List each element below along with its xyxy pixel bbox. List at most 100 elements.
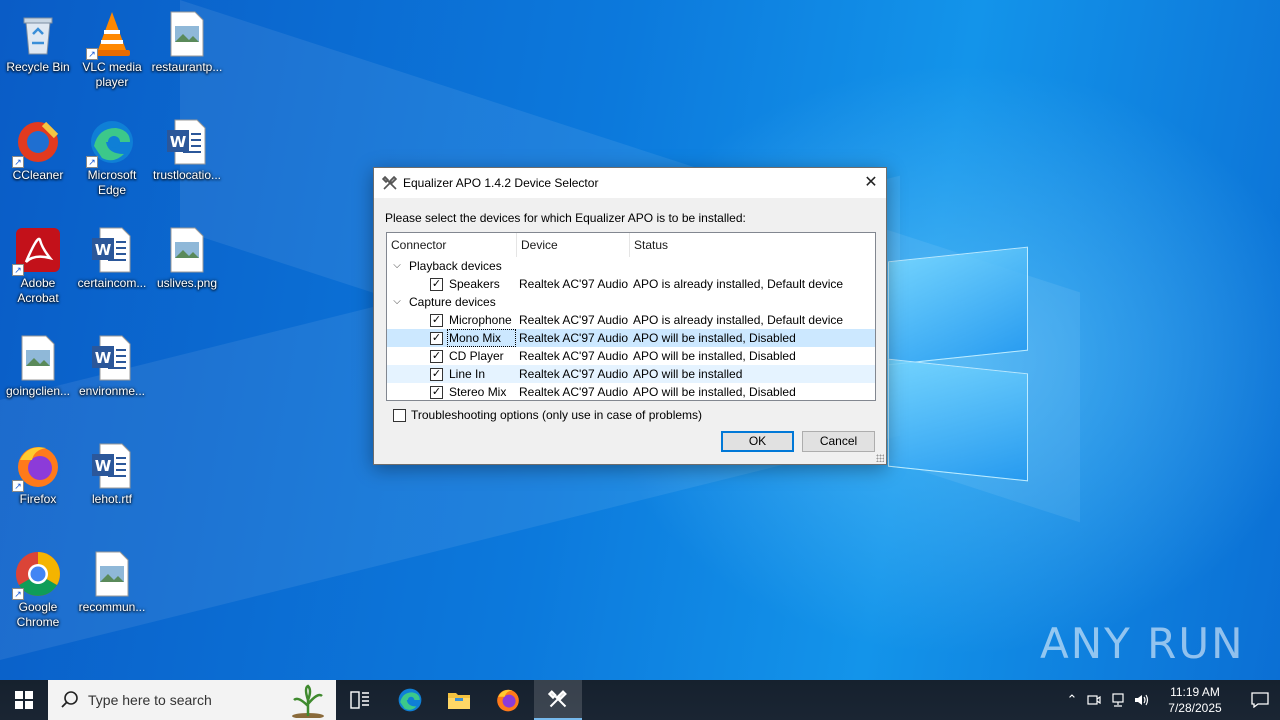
connector-cell: Line In bbox=[449, 367, 486, 381]
shortcut-arrow-icon: ↗ bbox=[86, 48, 98, 60]
desktop-icon-uslives[interactable]: uslives.png bbox=[149, 220, 225, 291]
group-row-playback[interactable]: ⌵ Playback devices bbox=[387, 257, 875, 275]
desktop-icon-microsoft-edge[interactable]: ↗ Microsoft Edge bbox=[74, 112, 150, 198]
ccleaner-icon: ↗ bbox=[12, 118, 62, 168]
desktop-icon-vlc[interactable]: ↗ VLC media player bbox=[74, 4, 150, 90]
windows-logo-wallpaper bbox=[888, 238, 1038, 486]
speaker-icon bbox=[1135, 694, 1149, 706]
desktop-icon-label: Recycle Bin bbox=[6, 60, 70, 74]
desktop-icon-restaurantp[interactable]: restaurantp... bbox=[149, 4, 225, 75]
desktop-icon-recommun[interactable]: recommun... bbox=[74, 544, 150, 615]
show-hidden-icons-button[interactable]: ⌃ bbox=[1060, 680, 1084, 720]
desktop-icon-firefox[interactable]: ↗ Firefox bbox=[0, 436, 76, 507]
taskbar-equalizer-apo-button[interactable] bbox=[534, 680, 582, 720]
desktop-icon-adobe-acrobat[interactable]: ↗ Adobe Acrobat bbox=[0, 220, 76, 306]
desktop-icon-label: environme... bbox=[78, 384, 146, 398]
desktop-icon-label: VLC media player bbox=[82, 60, 142, 89]
taskbar-file-explorer-button[interactable] bbox=[435, 680, 483, 720]
task-view-button[interactable] bbox=[336, 680, 384, 720]
volume-button[interactable] bbox=[1130, 680, 1154, 720]
desktop-icon-google-chrome[interactable]: ↗ Google Chrome bbox=[0, 544, 76, 630]
resize-grip[interactable] bbox=[876, 454, 884, 462]
group-label: Capture devices bbox=[409, 295, 496, 309]
device-row-microphone[interactable]: ✓ Microphone Realtek AC'97 Audio APO is … bbox=[387, 311, 875, 329]
device-checkbox[interactable]: ✓ bbox=[430, 386, 443, 399]
close-icon: ✕ bbox=[864, 174, 878, 191]
connector-cell: Microphone bbox=[449, 313, 512, 327]
network-button[interactable] bbox=[1106, 680, 1130, 720]
meet-now-button[interactable] bbox=[1082, 680, 1106, 720]
instruction-text: Please select the devices for which Equa… bbox=[385, 211, 746, 225]
start-button[interactable] bbox=[0, 680, 48, 720]
device-row-mono-mix[interactable]: ✓ Mono Mix Realtek AC'97 Audio APO will … bbox=[387, 329, 875, 347]
close-button[interactable]: ✕ bbox=[856, 168, 886, 198]
device-cell: Realtek AC'97 Audio bbox=[519, 349, 629, 363]
tools-icon bbox=[381, 175, 398, 191]
device-row-cd-player[interactable]: ✓ CD Player Realtek AC'97 Audio APO will… bbox=[387, 347, 875, 365]
title-bar[interactable]: Equalizer APO 1.4.2 Device Selector ✕ bbox=[374, 168, 886, 198]
column-header-connector[interactable]: Connector bbox=[387, 233, 517, 257]
status-cell: APO will be installed, Disabled bbox=[633, 331, 796, 345]
device-cell: Realtek AC'97 Audio bbox=[519, 367, 629, 381]
clock-date: 7/28/2025 bbox=[1168, 701, 1222, 715]
equalizer-apo-icon bbox=[547, 690, 567, 708]
action-center-button[interactable] bbox=[1240, 680, 1280, 720]
desktop-icon-label: restaurantp... bbox=[151, 60, 223, 74]
desktop-icon-label: Microsoft Edge bbox=[87, 168, 137, 197]
chevron-down-icon[interactable]: ⌵ bbox=[391, 293, 403, 311]
desktop-icon-environme[interactable]: W environme... bbox=[74, 328, 150, 399]
desktop-icon-ccleaner[interactable]: ↗ CCleaner bbox=[0, 112, 76, 183]
connector-cell: Stereo Mix bbox=[449, 385, 507, 399]
shortcut-arrow-icon: ↗ bbox=[12, 588, 24, 600]
device-checkbox[interactable]: ✓ bbox=[430, 314, 443, 327]
device-checkbox[interactable]: ✓ bbox=[430, 278, 443, 291]
network-icon bbox=[1112, 693, 1124, 707]
device-row-line-in[interactable]: ✓ Line In Realtek AC'97 Audio APO will b… bbox=[387, 365, 875, 383]
status-cell: APO will be installed, Disabled bbox=[633, 349, 796, 363]
device-tree[interactable]: Connector Device Status ⌵ Playback devic… bbox=[386, 232, 876, 401]
chevron-down-icon[interactable]: ⌵ bbox=[391, 257, 403, 275]
taskbar-firefox-button[interactable] bbox=[484, 680, 532, 720]
device-cell: Realtek AC'97 Audio bbox=[519, 277, 629, 291]
desktop-icon-label: Firefox bbox=[19, 492, 57, 506]
connector-cell: CD Player bbox=[449, 349, 504, 363]
column-header-status[interactable]: Status bbox=[630, 233, 875, 257]
desktop-icon-trustlocatio[interactable]: W trustlocatio... bbox=[149, 112, 225, 183]
image-file-icon bbox=[163, 10, 211, 58]
shortcut-arrow-icon: ↗ bbox=[12, 156, 24, 168]
device-row-stereo-mix[interactable]: ✓ Stereo Mix Realtek AC'97 Audio APO wil… bbox=[387, 383, 875, 400]
vlc-icon: ↗ bbox=[86, 10, 136, 60]
device-row-speakers[interactable]: ✓ Speakers Realtek AC'97 Audio APO is al… bbox=[387, 275, 875, 293]
acrobat-icon: ↗ bbox=[12, 226, 62, 276]
task-view-icon bbox=[350, 691, 369, 709]
taskbar-search-box[interactable]: Type here to search bbox=[48, 680, 336, 720]
desktop-icon-label: uslives.png bbox=[156, 276, 218, 290]
desktop-icon-label: goingclien... bbox=[5, 384, 71, 398]
shortcut-arrow-icon: ↗ bbox=[12, 264, 24, 276]
troubleshooting-checkbox[interactable] bbox=[393, 409, 406, 422]
desktop-icon-goingclien[interactable]: goingclien... bbox=[0, 328, 76, 399]
shortcut-arrow-icon: ↗ bbox=[12, 480, 24, 492]
edge-icon: ↗ bbox=[86, 118, 136, 168]
cancel-button[interactable]: Cancel bbox=[802, 431, 875, 452]
file-explorer-icon bbox=[448, 693, 470, 709]
search-icon bbox=[61, 691, 78, 708]
device-checkbox[interactable]: ✓ bbox=[430, 368, 443, 381]
group-row-capture[interactable]: ⌵ Capture devices bbox=[387, 293, 875, 311]
desktop-icon-certaincom[interactable]: W certaincom... bbox=[74, 220, 150, 291]
windows-start-icon bbox=[15, 691, 33, 709]
notification-icon bbox=[1251, 692, 1269, 709]
ok-button[interactable]: OK bbox=[721, 431, 794, 452]
device-checkbox[interactable]: ✓ bbox=[430, 332, 443, 345]
device-checkbox[interactable]: ✓ bbox=[430, 350, 443, 363]
taskbar-edge-button[interactable] bbox=[386, 680, 434, 720]
column-header-device[interactable]: Device bbox=[517, 233, 630, 257]
svg-text:W: W bbox=[170, 133, 187, 151]
clock[interactable]: 11:19 AM 7/28/2025 bbox=[1160, 684, 1230, 716]
desktop-icon-label: trustlocatio... bbox=[152, 168, 222, 182]
word-doc-icon: W bbox=[163, 118, 211, 166]
desktop-icon-lehot[interactable]: W lehot.rtf bbox=[74, 436, 150, 507]
shortcut-arrow-icon: ↗ bbox=[86, 156, 98, 168]
image-file-icon bbox=[163, 226, 211, 274]
desktop-icon-recycle-bin[interactable]: Recycle Bin bbox=[0, 4, 76, 75]
